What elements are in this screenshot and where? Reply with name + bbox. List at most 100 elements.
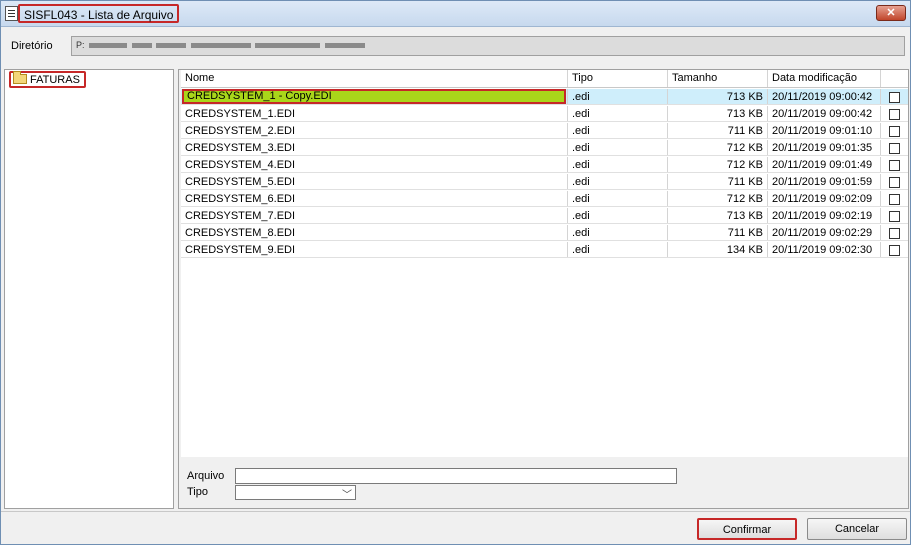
button-bar: Confirmar Cancelar [1,511,910,544]
file-date-cell: 20/11/2019 09:01:59 [768,174,881,189]
file-name-input[interactable] [235,468,677,484]
table-row[interactable]: CREDSYSTEM_9.EDI .edi 134 KB 20/11/2019 … [181,242,908,258]
column-header-size[interactable]: Tamanho [668,70,768,87]
file-size-cell: 712 KB [668,157,768,172]
select-cell [881,242,908,257]
column-header-name[interactable]: Nome [181,70,568,87]
file-list-dialog: SISFL043 - Lista de Arquivo ✕ Diretório … [0,0,911,545]
row-checkbox[interactable] [889,177,900,188]
file-date-cell: 20/11/2019 09:00:42 [768,89,881,104]
file-form: Arquivo Tipo ﹀ [179,460,908,508]
redacted-path-segment [255,43,321,49]
file-name-cell[interactable]: CREDSYSTEM_1 - Copy.EDI [181,89,568,104]
file-type-select[interactable]: ﹀ [235,485,356,501]
row-checkbox[interactable] [889,160,900,171]
row-checkbox[interactable] [889,143,900,154]
grid-header: Nome Tipo Tamanho Data modificação [181,70,908,88]
file-size-cell: 712 KB [668,140,768,155]
file-date-cell: 20/11/2019 09:01:10 [768,123,881,138]
table-row[interactable]: CREDSYSTEM_7.EDI .edi 713 KB 20/11/2019 … [181,208,908,224]
redacted-path-segment [156,43,187,49]
select-cell [881,191,908,206]
table-row[interactable]: CREDSYSTEM_8.EDI .edi 711 KB 20/11/2019 … [181,225,908,241]
file-grid[interactable]: Nome Tipo Tamanho Data modificação CREDS… [181,70,908,457]
file-type-cell: .edi [568,89,668,104]
directory-field: P: [71,36,905,56]
file-date-cell: 20/11/2019 09:02:29 [768,225,881,240]
table-row[interactable]: CREDSYSTEM_5.EDI .edi 711 KB 20/11/2019 … [181,174,908,190]
file-name-cell[interactable]: CREDSYSTEM_1.EDI [181,106,568,121]
document-icon [5,6,18,21]
file-type-cell: .edi [568,106,668,121]
table-row[interactable]: CREDSYSTEM_1 - Copy.EDI .edi 713 KB 20/1… [181,89,908,105]
select-cell [881,157,908,172]
selected-file-name[interactable]: CREDSYSTEM_1 - Copy.EDI [182,89,566,104]
file-size-cell: 713 KB [668,106,768,121]
select-cell [881,89,908,104]
column-header-type[interactable]: Tipo [568,70,668,87]
file-type-label: Tipo [187,486,208,498]
select-cell [881,140,908,155]
file-panel: Nome Tipo Tamanho Data modificação CREDS… [178,69,909,509]
column-header-select [881,70,908,87]
table-row[interactable]: CREDSYSTEM_1.EDI .edi 713 KB 20/11/2019 … [181,106,908,122]
table-row[interactable]: CREDSYSTEM_3.EDI .edi 712 KB 20/11/2019 … [181,140,908,156]
select-cell [881,174,908,189]
row-checkbox[interactable] [889,211,900,222]
close-button[interactable]: ✕ [876,5,906,21]
title-bar[interactable]: SISFL043 - Lista de Arquivo ✕ [1,1,910,27]
file-type-cell: .edi [568,225,668,240]
redacted-path-segment [89,43,128,49]
chevron-down-icon[interactable]: ﹀ [342,486,352,501]
file-size-cell: 711 KB [668,174,768,189]
file-type-cell: .edi [568,157,668,172]
file-name-cell[interactable]: CREDSYSTEM_9.EDI [181,242,568,257]
table-row[interactable]: CREDSYSTEM_2.EDI .edi 711 KB 20/11/2019 … [181,123,908,139]
row-checkbox[interactable] [889,245,900,256]
redacted-path-segment [131,43,152,49]
file-date-cell: 20/11/2019 09:00:42 [768,106,881,121]
redacted-path-segment [324,43,365,49]
file-type-cell: .edi [568,208,668,223]
file-size-cell: 713 KB [668,89,768,104]
file-size-cell: 713 KB [668,208,768,223]
select-cell [881,225,908,240]
file-size-cell: 711 KB [668,225,768,240]
file-size-cell: 711 KB [668,123,768,138]
file-name-cell[interactable]: CREDSYSTEM_3.EDI [181,140,568,155]
row-checkbox[interactable] [889,92,900,103]
column-header-date[interactable]: Data modificação [768,70,881,87]
file-type-cell: .edi [568,140,668,155]
file-type-cell: .edi [568,174,668,189]
file-type-cell: .edi [568,123,668,138]
redacted-path-segment [190,43,251,49]
file-name-cell[interactable]: CREDSYSTEM_7.EDI [181,208,568,223]
file-name-cell[interactable]: CREDSYSTEM_2.EDI [181,123,568,138]
confirm-button[interactable]: Confirmar [697,518,797,540]
file-name-cell[interactable]: CREDSYSTEM_8.EDI [181,225,568,240]
file-name-cell[interactable]: CREDSYSTEM_5.EDI [181,174,568,189]
file-name-cell[interactable]: CREDSYSTEM_4.EDI [181,157,568,172]
table-row[interactable]: CREDSYSTEM_6.EDI .edi 712 KB 20/11/2019 … [181,191,908,207]
folder-tree[interactable]: FATURAS [4,69,174,509]
directory-label: Diretório [11,40,53,52]
file-date-cell: 20/11/2019 09:01:35 [768,140,881,155]
file-type-cell: .edi [568,191,668,206]
tree-item-faturas[interactable]: FATURAS [9,71,86,88]
row-checkbox[interactable] [889,194,900,205]
file-date-cell: 20/11/2019 09:02:30 [768,242,881,257]
directory-value: P: [76,40,85,50]
directory-row: Diretório P: [1,28,910,64]
row-checkbox[interactable] [889,126,900,137]
file-type-cell: .edi [568,242,668,257]
row-checkbox[interactable] [889,109,900,120]
cancel-button[interactable]: Cancelar [807,518,907,540]
folder-icon [13,71,27,84]
file-name-cell[interactable]: CREDSYSTEM_6.EDI [181,191,568,206]
file-date-cell: 20/11/2019 09:02:19 [768,208,881,223]
window-title: SISFL043 - Lista de Arquivo [18,4,180,23]
select-cell [881,106,908,121]
table-row[interactable]: CREDSYSTEM_4.EDI .edi 712 KB 20/11/2019 … [181,157,908,173]
row-checkbox[interactable] [889,228,900,239]
file-size-cell: 712 KB [668,191,768,206]
